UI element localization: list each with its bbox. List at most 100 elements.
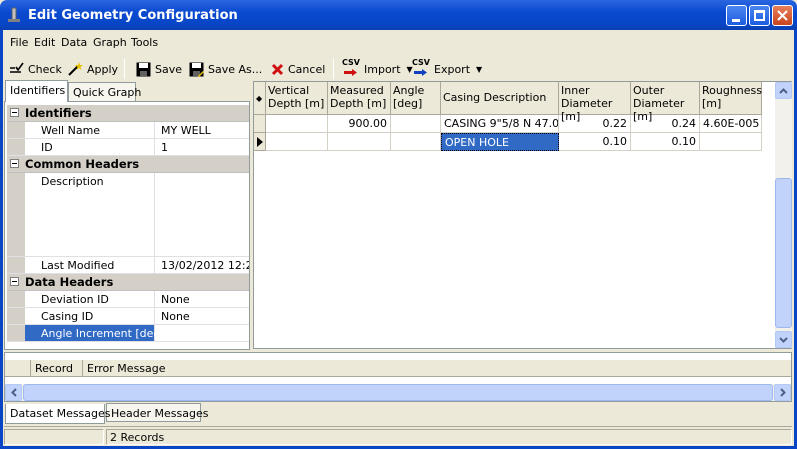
cancel-label: Cancel — [288, 62, 326, 76]
chevron-right-icon — [780, 388, 786, 397]
grid-vertical-scrollbar[interactable] — [775, 82, 792, 348]
tab-identifiers[interactable]: Identifiers — [5, 80, 68, 102]
property-description[interactable]: Description — [7, 173, 249, 257]
column-header[interactable]: Vertical Depth [m] — [266, 82, 328, 115]
chevron-up-icon — [779, 88, 788, 94]
property-grid: Identifiers Well Name MY WELL ID 1 Commo… — [4, 101, 250, 350]
grid-cell[interactable] — [266, 133, 328, 151]
window-title: Edit Geometry Configuration — [28, 8, 238, 23]
close-icon — [777, 10, 788, 21]
property-last-modified[interactable]: Last Modified 13/02/2012 12:27 — [7, 257, 249, 274]
grid-cell[interactable] — [266, 115, 328, 133]
column-header[interactable]: Measured Depth [m] — [328, 82, 391, 115]
grid-cell[interactable]: 0.24 — [631, 115, 700, 133]
status-panel — [4, 429, 104, 445]
property-well-name[interactable]: Well Name MY WELL — [7, 122, 249, 139]
property-id[interactable]: ID 1 — [7, 139, 249, 156]
grid-cell-selected[interactable]: OPEN HOLE — [441, 133, 559, 151]
import-label: Import — [364, 62, 401, 76]
csv-import-icon: CSV — [342, 58, 360, 77]
floppy-edit-icon — [189, 62, 204, 77]
property-angle-increment[interactable]: Angle Increment [deg] — [7, 325, 249, 342]
grid-cell[interactable] — [328, 133, 391, 151]
title-bar: Edit Geometry Configuration — [0, 0, 797, 30]
scroll-thumb[interactable] — [23, 384, 773, 401]
collapse-icon[interactable] — [10, 277, 19, 286]
current-row-arrow-icon — [257, 137, 263, 147]
csv-export-icon: CSV — [412, 58, 430, 77]
chevron-down-icon: ▼ — [476, 64, 483, 74]
save-button[interactable]: Save — [136, 61, 182, 77]
app-icon — [8, 7, 20, 22]
section-data-headers[interactable]: Data Headers — [7, 274, 249, 291]
export-button[interactable]: CSV Export ▼ — [412, 58, 483, 77]
toolbar-separator — [333, 59, 334, 79]
scroll-down-button[interactable] — [775, 331, 792, 348]
grid-cell[interactable]: 4.60E-005 — [700, 115, 762, 133]
scroll-left-button[interactable] — [5, 384, 22, 401]
grid-cell[interactable]: 900.00 — [328, 115, 391, 133]
status-bar: 2 Records — [4, 426, 792, 445]
tab-dataset-messages[interactable]: Dataset Messages — [5, 404, 111, 424]
close-button[interactable] — [772, 5, 793, 26]
messages-horizontal-scrollbar[interactable] — [5, 384, 791, 401]
grid-cell[interactable] — [700, 133, 762, 151]
grid-cell[interactable] — [391, 133, 441, 151]
cancel-x-icon — [271, 63, 284, 75]
section-identifiers[interactable]: Identifiers — [7, 105, 249, 122]
column-header[interactable]: Roughness [m] — [700, 82, 762, 115]
collapse-icon[interactable] — [10, 108, 19, 117]
minimize-button[interactable] — [726, 5, 747, 26]
grid-cell[interactable]: CASING 9"5/8 N 47.0 — [441, 115, 559, 133]
grid-cell[interactable]: 0.10 — [631, 133, 700, 151]
menu-edit[interactable]: Edit — [34, 36, 55, 49]
grid-cell[interactable]: 0.22 — [559, 115, 631, 133]
scroll-thumb[interactable] — [775, 178, 792, 328]
property-casing-id[interactable]: Casing ID None — [7, 308, 249, 325]
menu-bar: File Edit Data Graph Tools — [3, 33, 794, 53]
apply-label: Apply — [87, 62, 119, 76]
wand-icon — [68, 62, 83, 76]
tab-quick-graph[interactable]: Quick Graph — [68, 82, 141, 102]
message-row-header — [5, 360, 31, 377]
save-label: Save — [155, 62, 183, 76]
messages-panel: Record Error Message — [4, 352, 792, 402]
scroll-right-button[interactable] — [774, 384, 791, 401]
grid-corner[interactable]: ◆ — [254, 82, 266, 115]
row-indicator[interactable] — [254, 115, 266, 133]
toolbar: Check Apply Save Save As... Cancel CSV I… — [3, 55, 794, 81]
grid-cell[interactable]: 0.10 — [559, 133, 631, 151]
check-button[interactable]: Check — [8, 61, 62, 77]
menu-data[interactable]: Data — [61, 36, 87, 49]
collapse-icon[interactable] — [10, 159, 19, 168]
column-header[interactable]: Casing Description — [441, 82, 559, 115]
cancel-button[interactable]: Cancel — [271, 61, 325, 77]
column-header[interactable]: Inner Diameter [m] — [559, 82, 631, 123]
save-as-label: Save As... — [208, 62, 263, 76]
export-label: Export — [434, 62, 471, 76]
menu-file[interactable]: File — [10, 36, 28, 49]
data-grid: ◆ Vertical Depth [m] Measured Depth [m] An… — [253, 81, 792, 349]
column-header[interactable]: Outer Diameter [m] — [631, 82, 700, 123]
import-button[interactable]: CSV Import ▼ — [342, 58, 413, 77]
section-common-headers[interactable]: Common Headers — [7, 156, 249, 173]
menu-graph[interactable]: Graph — [93, 36, 127, 49]
property-deviation-id[interactable]: Deviation ID None — [7, 291, 249, 308]
minimize-icon — [732, 19, 740, 22]
toolbar-separator — [124, 59, 125, 79]
check-label: Check — [28, 62, 62, 76]
grid-cell[interactable] — [391, 115, 441, 133]
tab-header-messages[interactable]: Header Messages — [106, 403, 209, 422]
maximize-icon — [754, 10, 765, 21]
scroll-up-button[interactable] — [775, 82, 792, 99]
maximize-button[interactable] — [749, 5, 770, 26]
floppy-icon — [136, 62, 151, 76]
row-indicator[interactable] — [254, 133, 266, 151]
column-error-message[interactable]: Error Message — [83, 360, 791, 377]
menu-tools[interactable]: Tools — [131, 36, 158, 49]
status-record-count: 2 Records — [106, 429, 792, 445]
column-header[interactable]: Angle [deg] — [391, 82, 441, 115]
column-record[interactable]: Record — [31, 360, 83, 377]
save-as-button[interactable]: Save As... — [189, 61, 262, 77]
apply-button[interactable]: Apply — [67, 61, 118, 77]
